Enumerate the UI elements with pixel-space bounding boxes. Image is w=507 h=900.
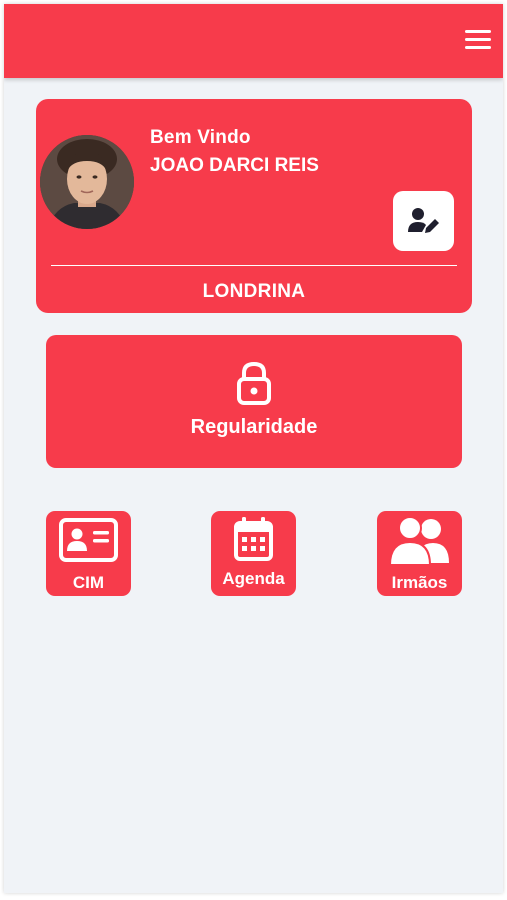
regularidade-label: Regularidade bbox=[190, 416, 318, 438]
edit-profile-button[interactable] bbox=[393, 191, 454, 251]
user-edit-icon bbox=[408, 208, 439, 233]
city-label: LONDRINA bbox=[202, 281, 306, 302]
users-icon bbox=[377, 511, 462, 571]
cim-button[interactable]: CIM bbox=[46, 511, 131, 596]
app-screen: Bem Vindo JOAO DARCI REIS LONDRINA Regul… bbox=[4, 4, 503, 893]
calendar-icon bbox=[211, 511, 296, 571]
id-card-icon bbox=[46, 511, 131, 571]
welcome-text: Bem Vindo bbox=[150, 127, 251, 148]
irmaos-label: Irmãos bbox=[391, 573, 448, 592]
user-name: JOAO DARCI REIS bbox=[150, 155, 319, 176]
irmaos-button[interactable]: Irmãos bbox=[377, 511, 462, 596]
lock-icon bbox=[237, 361, 271, 405]
avatar bbox=[40, 135, 134, 229]
regularidade-button[interactable]: Regularidade bbox=[46, 335, 462, 468]
top-app-bar bbox=[4, 4, 503, 78]
hamburger-menu-icon[interactable] bbox=[465, 30, 491, 50]
agenda-label: Agenda bbox=[222, 569, 285, 588]
agenda-button[interactable]: Agenda bbox=[211, 511, 296, 596]
divider bbox=[51, 265, 457, 266]
profile-card: Bem Vindo JOAO DARCI REIS LONDRINA bbox=[36, 99, 472, 313]
cim-label: CIM bbox=[72, 573, 105, 592]
